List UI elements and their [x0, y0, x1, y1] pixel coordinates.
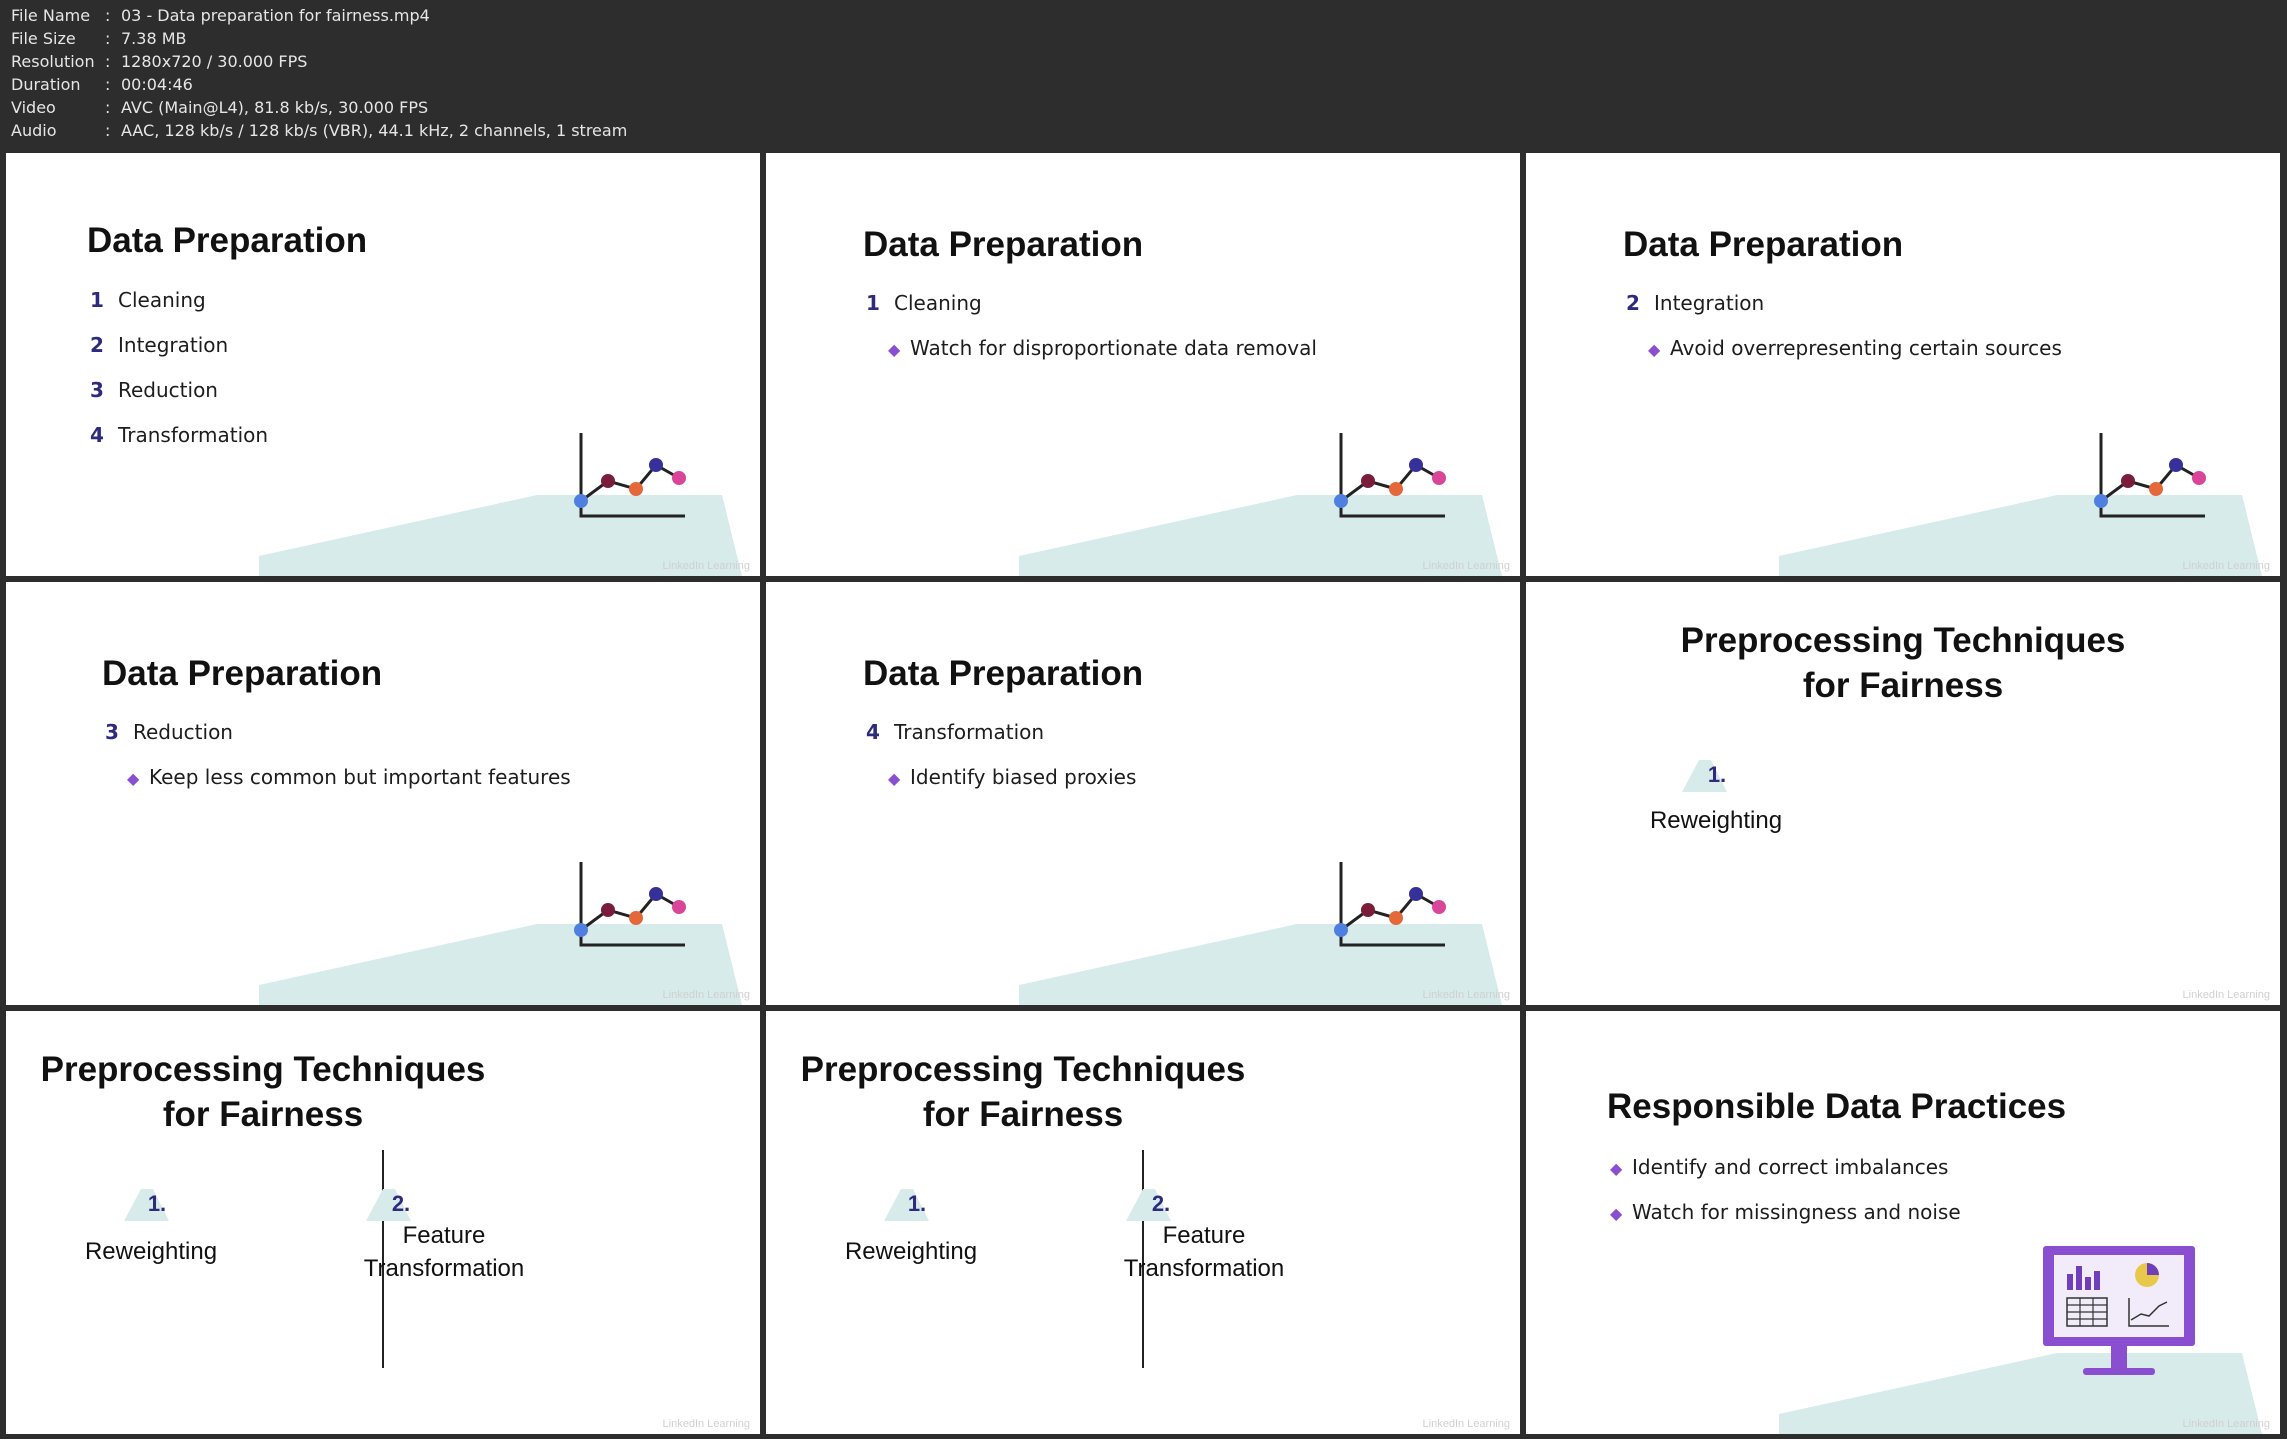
- bullet-item: ◆ Watch for disproportionate data removal: [888, 336, 1317, 360]
- linkedin-learning-logo: LinkedIn Learning: [2182, 1418, 2270, 1430]
- linkedin-learning-logo: LinkedIn Learning: [662, 1418, 750, 1430]
- info-row-video: Video: AVC (Main@L4), 81.8 kb/s, 30.000 F…: [11, 98, 429, 117]
- diamond-bullet-icon: ◆: [888, 340, 901, 359]
- bullet-item: ◆ Keep less common but important features: [127, 765, 571, 789]
- technique-number: 1.: [147, 1191, 167, 1216]
- slide-title-line-2: for Fairness: [922, 1095, 1124, 1134]
- technique-label: Feature Transformation: [1123, 1222, 1285, 1282]
- info-row-audio: Audio: AAC, 128 kb/s / 128 kb/s (VBR), 44…: [11, 121, 628, 140]
- technique-label: Reweighting: [1649, 807, 1783, 834]
- thumbnail-6[interactable]: Preprocessing Techniques for Fairness 1.…: [1526, 582, 2280, 1005]
- thumbnail-3[interactable]: Data Preparation 2 Integration ◆ Avoid ove…: [1526, 153, 2280, 576]
- linkedin-learning-logo: LinkedIn Learning: [2182, 989, 2270, 1001]
- line-chart-illustration: [2094, 433, 2206, 518]
- linkedin-learning-logo: LinkedIn Learning: [1422, 560, 1510, 572]
- line-chart-illustration: [574, 433, 686, 518]
- info-row-file-name: File Name:03 - Data preparation for fair…: [11, 6, 430, 25]
- technique-number: 1.: [1707, 762, 1727, 787]
- file-info-header: File Name:03 - Data preparation for fair…: [0, 0, 2287, 151]
- list-item: 4 Transformation: [866, 720, 1045, 744]
- diamond-bullet-icon: ◆: [888, 769, 901, 788]
- slide-title-line-2: for Fairness: [1802, 666, 2004, 705]
- diamond-bullet-icon: ◆: [1648, 340, 1661, 359]
- diamond-bullet-icon: ◆: [1610, 1204, 1623, 1223]
- slide-title: Data Preparation: [1623, 225, 1904, 264]
- line-chart-illustration: [574, 862, 686, 947]
- line-chart-illustration: [1334, 862, 1446, 947]
- slide-title: Data Preparation: [863, 225, 1144, 264]
- thumbnail-2[interactable]: Data Preparation 1 Cleaning ◆ Watch for di…: [766, 153, 1520, 576]
- technique-label: Reweighting: [84, 1238, 218, 1265]
- slide-title-line-1: Preprocessing Techniques: [40, 1050, 486, 1089]
- bullet-item: ◆ Identify and correct imbalances: [1610, 1155, 1949, 1179]
- technique-number: 2.: [391, 1191, 411, 1216]
- list-item: 2 Integration: [90, 333, 229, 357]
- bullet-item: ◆ Avoid overrepresenting certain sources: [1648, 336, 2062, 360]
- list-item: 3 Reduction: [90, 378, 218, 402]
- slide-title: Data Preparation: [863, 654, 1144, 693]
- thumbnail-4[interactable]: Data Preparation 3 Reduction ◆ Keep less c…: [6, 582, 760, 1005]
- diamond-bullet-icon: ◆: [127, 769, 140, 788]
- thumbnail-7[interactable]: Preprocessing Techniques for Fairness 1.…: [6, 1011, 760, 1434]
- thumbnail-1[interactable]: Data Preparation 1 Cleaning 2 Integration …: [6, 153, 760, 576]
- linkedin-learning-logo: LinkedIn Learning: [1422, 989, 1510, 1001]
- technique-number: 1.: [907, 1191, 927, 1216]
- list-item: 1 Cleaning: [866, 291, 982, 315]
- bullet-item: ◆ Watch for missingness and noise: [1610, 1200, 1961, 1224]
- thumbnail-9[interactable]: Responsible Data Practices ◆ Identify and…: [1526, 1011, 2280, 1434]
- line-chart-illustration: [1334, 433, 1446, 518]
- list-item: 2 Integration: [1626, 291, 1765, 315]
- thumbnail-grid: Data Preparation 1 Cleaning 2 Integration …: [0, 151, 2287, 1439]
- thumbnail-5[interactable]: Data Preparation 4 Transformation ◆ Identi…: [766, 582, 1520, 1005]
- thumbnail-8[interactable]: Preprocessing Techniques for Fairness 1.…: [766, 1011, 1520, 1434]
- list-item: 1 Cleaning: [90, 288, 206, 312]
- info-row-file-size: File Size:7.38 MB: [11, 29, 187, 48]
- technique-label: Reweighting: [844, 1238, 978, 1265]
- linkedin-learning-logo: LinkedIn Learning: [662, 560, 750, 572]
- slide-title-line-1: Preprocessing Techniques: [800, 1050, 1246, 1089]
- slide-title-line-2: for Fairness: [162, 1095, 364, 1134]
- list-item: 3 Reduction: [105, 720, 233, 744]
- diamond-bullet-icon: ◆: [1610, 1159, 1623, 1178]
- linkedin-learning-logo: LinkedIn Learning: [1422, 1418, 1510, 1430]
- linkedin-learning-logo: LinkedIn Learning: [2182, 560, 2270, 572]
- info-row-duration: Duration:00:04:46: [11, 75, 193, 94]
- slide-title: Data Preparation: [102, 654, 383, 693]
- monitor-dashboard-icon: [2043, 1246, 2195, 1375]
- linkedin-learning-logo: LinkedIn Learning: [662, 989, 750, 1001]
- list-item: 4 Transformation: [90, 423, 269, 447]
- slide-title: Data Preparation: [87, 221, 368, 260]
- slide-title-line-1: Preprocessing Techniques: [1680, 621, 2126, 660]
- technique-number: 2.: [1151, 1191, 1171, 1216]
- info-row-resolution: Resolution:1280x720 / 30.000 FPS: [11, 52, 308, 71]
- technique-label: Feature Transformation: [363, 1222, 525, 1282]
- bullet-item: ◆ Identify biased proxies: [888, 765, 1137, 789]
- slide-title: Responsible Data Practices: [1607, 1087, 2067, 1126]
